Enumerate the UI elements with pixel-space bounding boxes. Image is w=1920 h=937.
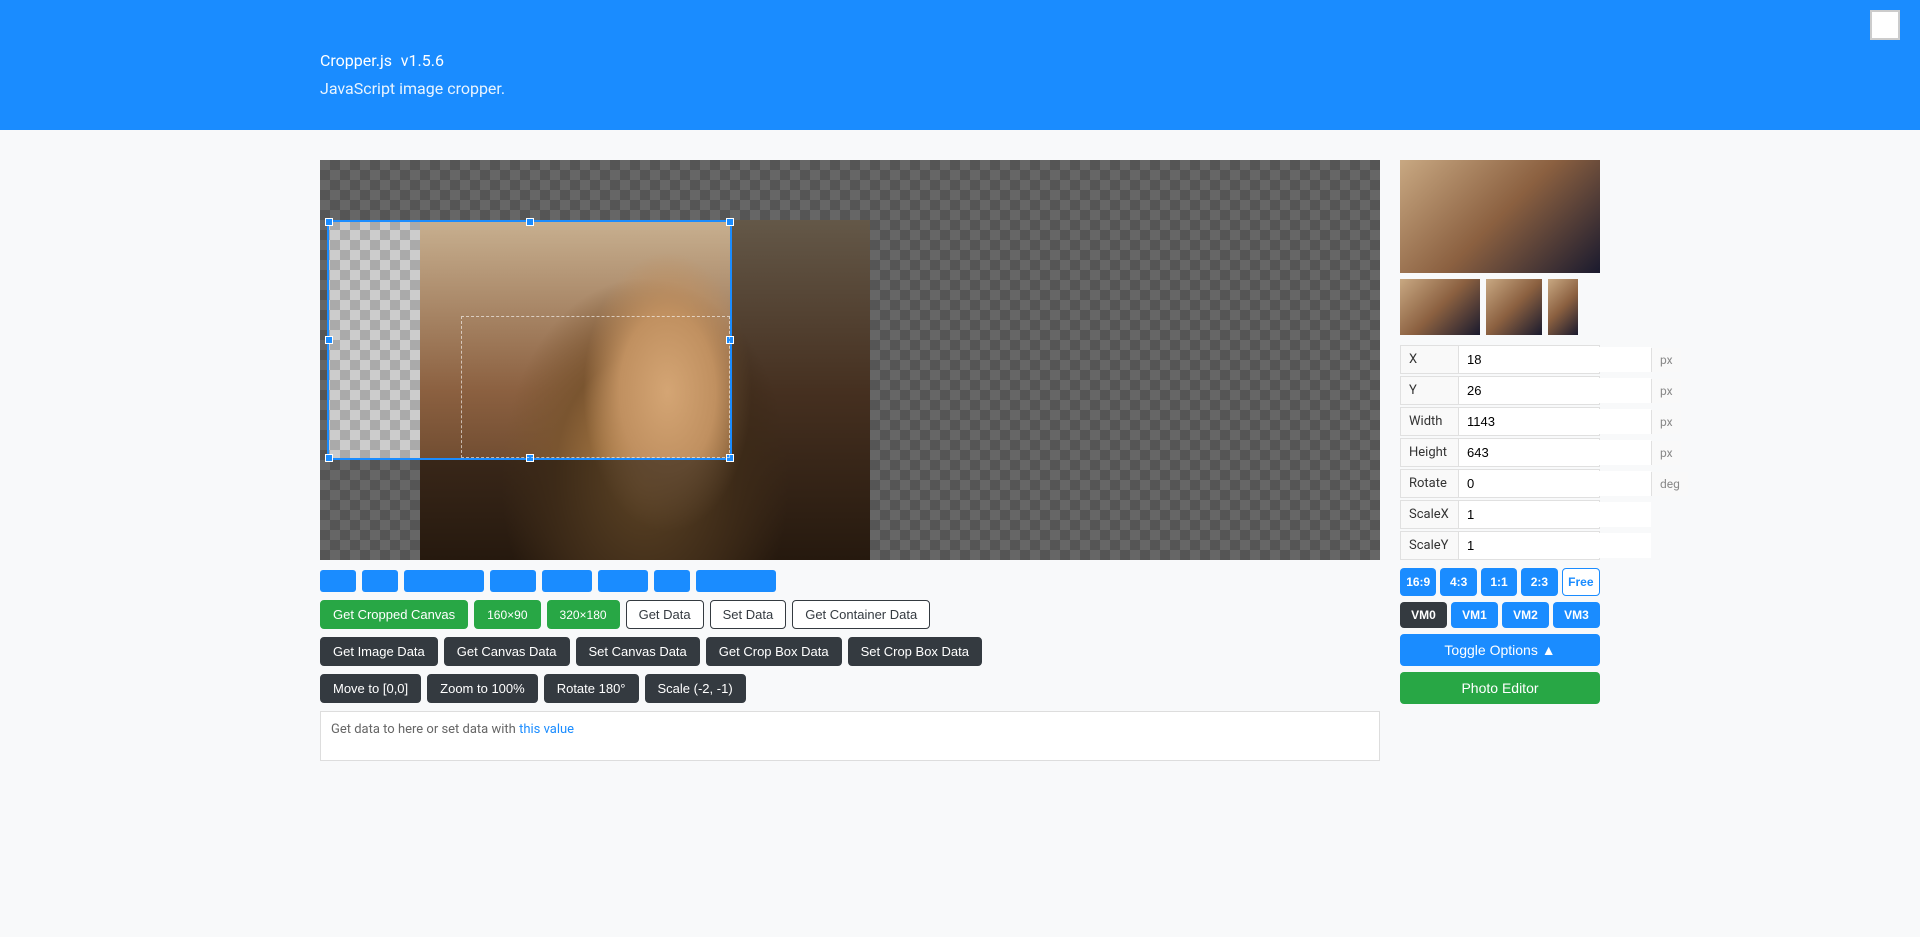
vm2-button[interactable]: VM2 <box>1502 602 1549 628</box>
preview-large <box>1400 160 1600 273</box>
field-x-input[interactable] <box>1459 347 1651 372</box>
toolbar-btn-2[interactable] <box>362 570 398 592</box>
textarea-prefix: Get data to here or set data with <box>331 722 516 737</box>
vm1-button[interactable]: VM1 <box>1451 602 1498 628</box>
ratio-4-3-button[interactable]: 4:3 <box>1440 568 1476 596</box>
zoom-button[interactable]: Zoom to 100% <box>427 674 538 703</box>
field-y: Y px <box>1400 376 1600 405</box>
field-scalex-label: ScaleX <box>1401 501 1459 528</box>
field-rotate-input[interactable] <box>1459 471 1651 496</box>
cropper-panel: Get Cropped Canvas 160×90 320×180 Get Da… <box>320 160 1380 761</box>
preview-small-3 <box>1548 279 1578 335</box>
toolbar-btn-4[interactable] <box>490 570 536 592</box>
photo-editor-button[interactable]: Photo Editor <box>1400 672 1600 704</box>
cropper-container[interactable] <box>320 160 1380 560</box>
dashed-inner-guide <box>461 316 730 458</box>
field-scaley: ScaleY <box>1400 531 1600 560</box>
get-canvas-data-button[interactable]: Get Canvas Data <box>444 637 570 666</box>
scale-button[interactable]: Scale (-2, -1) <box>645 674 746 703</box>
field-x-label: X <box>1401 346 1459 373</box>
set-canvas-data-button[interactable]: Set Canvas Data <box>576 637 700 666</box>
btn-row-2: Get Image Data Get Canvas Data Set Canva… <box>320 637 1380 666</box>
handle-top-left[interactable] <box>325 218 333 226</box>
move-button[interactable]: Move to [0,0] <box>320 674 421 703</box>
size-160-button[interactable]: 160×90 <box>474 600 540 629</box>
crop-box[interactable] <box>327 220 732 460</box>
field-scaley-label: ScaleY <box>1401 532 1459 559</box>
field-x-unit: px <box>1651 348 1681 372</box>
corner-box <box>1870 10 1900 40</box>
ratio-1-1-button[interactable]: 1:1 <box>1481 568 1517 596</box>
data-textarea-area[interactable]: Get data to here or set data with this v… <box>320 711 1380 761</box>
btn-row-3: Move to [0,0] Zoom to 100% Rotate 180° S… <box>320 674 1380 703</box>
handle-top-middle[interactable] <box>526 218 534 226</box>
field-y-unit: px <box>1651 379 1681 403</box>
preview-small-1 <box>1400 279 1480 335</box>
toolbar-btn-5[interactable] <box>542 570 592 592</box>
toggle-options-button[interactable]: Toggle Options ▲ <box>1400 634 1600 666</box>
ratio-free-button[interactable]: Free <box>1562 568 1600 596</box>
field-height: Height px <box>1400 438 1600 467</box>
get-image-data-button[interactable]: Get Image Data <box>320 637 438 666</box>
field-scaley-input[interactable] <box>1459 533 1651 558</box>
field-width: Width px <box>1400 407 1600 436</box>
app-subtitle: JavaScript image cropper. <box>320 79 1880 98</box>
rotate-button[interactable]: Rotate 180° <box>544 674 639 703</box>
right-panel: X px Y px Width px Height px Rotate deg <box>1400 160 1600 761</box>
field-scalex-input[interactable] <box>1459 502 1651 527</box>
vm3-button[interactable]: VM3 <box>1553 602 1600 628</box>
field-height-unit: px <box>1651 441 1681 465</box>
handle-top-right[interactable] <box>726 218 734 226</box>
header: Cropper.js v1.5.6 JavaScript image cropp… <box>0 0 1920 130</box>
toolbar-btn-3[interactable] <box>404 570 484 592</box>
field-width-label: Width <box>1401 408 1459 435</box>
app-title: Cropper.js v1.5.6 <box>320 33 1880 75</box>
get-data-button[interactable]: Get Data <box>626 600 704 629</box>
textarea-link[interactable]: this value <box>519 722 574 737</box>
field-height-label: Height <box>1401 439 1459 466</box>
preview-row <box>1400 279 1600 335</box>
toolbar-row <box>320 570 1380 592</box>
field-y-label: Y <box>1401 377 1459 404</box>
field-rotate-unit: deg <box>1651 472 1688 496</box>
get-container-data-button[interactable]: Get Container Data <box>792 600 930 629</box>
size-320-button[interactable]: 320×180 <box>547 600 620 629</box>
handle-bottom-left[interactable] <box>325 454 333 462</box>
vm-row: VM0 VM1 VM2 VM3 <box>1400 602 1600 628</box>
toolbar-btn-8[interactable] <box>696 570 776 592</box>
set-data-button[interactable]: Set Data <box>710 600 787 629</box>
toolbar-btn-1[interactable] <box>320 570 356 592</box>
get-cropped-canvas-button[interactable]: Get Cropped Canvas <box>320 600 468 629</box>
field-x: X px <box>1400 345 1600 374</box>
field-height-input[interactable] <box>1459 440 1651 465</box>
toolbar-btn-7[interactable] <box>654 570 690 592</box>
toolbar-btn-6[interactable] <box>598 570 648 592</box>
handle-middle-left[interactable] <box>325 336 333 344</box>
field-y-input[interactable] <box>1459 378 1651 403</box>
ratio-2-3-button[interactable]: 2:3 <box>1521 568 1557 596</box>
btn-row-1: Get Cropped Canvas 160×90 320×180 Get Da… <box>320 600 1380 629</box>
field-rotate: Rotate deg <box>1400 469 1600 498</box>
field-width-input[interactable] <box>1459 409 1651 434</box>
vm0-button[interactable]: VM0 <box>1400 602 1447 628</box>
field-rotate-label: Rotate <box>1401 470 1459 497</box>
field-scalex: ScaleX <box>1400 500 1600 529</box>
preview-small-2 <box>1486 279 1542 335</box>
get-crop-box-data-button[interactable]: Get Crop Box Data <box>706 637 842 666</box>
main-content: Get Cropped Canvas 160×90 320×180 Get Da… <box>0 140 1920 781</box>
ratio-row: 16:9 4:3 1:1 2:3 Free <box>1400 568 1600 596</box>
field-width-unit: px <box>1651 410 1681 434</box>
ratio-16-9-button[interactable]: 16:9 <box>1400 568 1436 596</box>
set-crop-box-data-button[interactable]: Set Crop Box Data <box>848 637 982 666</box>
